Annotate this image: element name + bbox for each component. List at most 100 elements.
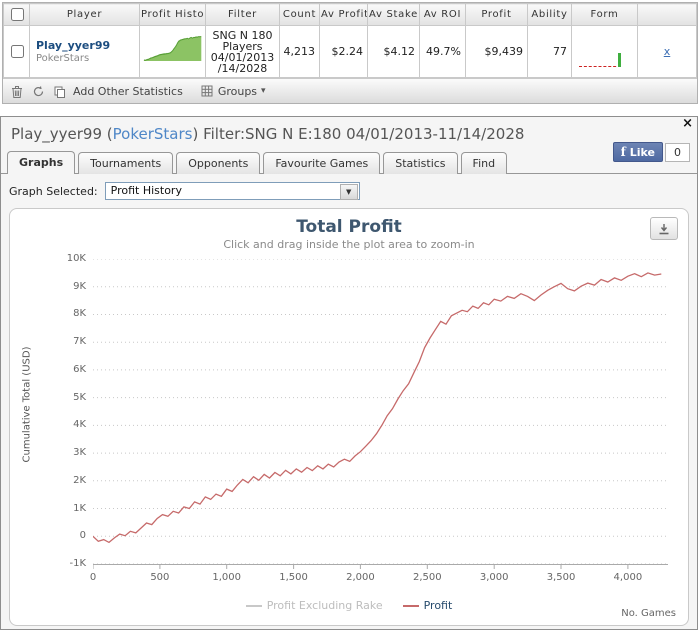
results-table: Player Profit Histor Filter Count Av Pro… — [2, 2, 698, 104]
chart-title: Total Profit — [296, 217, 402, 237]
title-sep: ( — [102, 125, 113, 143]
facebook-icon: f — [620, 145, 626, 159]
title-player: Play_yyer99 — [11, 125, 103, 143]
x-tick-label: 2,000 — [346, 572, 375, 583]
table-toolbar: Add Other Statistics Groups ▾ — [3, 78, 697, 103]
tab-tournaments[interactable]: Tournaments — [78, 152, 174, 174]
filter-line: Players — [222, 39, 263, 53]
profit-history-sparkline — [143, 35, 201, 61]
chart-legend: Profit Excluding Rake Profit — [18, 599, 680, 612]
remove-row-link[interactable]: x — [664, 45, 671, 58]
tab-statistics[interactable]: Statistics — [383, 152, 458, 174]
form-green-bar — [618, 52, 621, 67]
x-tick-label: 2,500 — [412, 572, 442, 583]
filter-line: SNG N 180 — [212, 28, 273, 42]
graph-selected-label: Graph Selected: — [9, 184, 98, 198]
legend-swatch — [245, 604, 262, 607]
y-tick-label: 1K — [73, 502, 86, 514]
facebook-like-button[interactable]: f Like — [612, 142, 663, 162]
y-tick-label: 4K — [73, 419, 86, 431]
select-all-checkbox[interactable] — [10, 8, 24, 21]
table-row[interactable]: Play_yyer99 PokerStars SNG N 180 Players… — [3, 25, 697, 78]
y-tick-label: 5K — [73, 391, 86, 403]
row-checkbox[interactable] — [10, 45, 24, 58]
player-site: PokerStars — [36, 53, 90, 64]
dropdown-arrow-icon: ▼ — [339, 184, 358, 200]
close-icon[interactable]: × — [682, 117, 693, 130]
chevron-down-icon: ▾ — [261, 86, 266, 96]
filter-line: /14/2028 — [217, 61, 268, 75]
panel-title: Play_yyer99 (PokerStars) Filter:SNG N E:… — [1, 117, 697, 148]
plot-area[interactable]: Cumulative Total (USD) -1K 0 1K 2K 3K 4K 5K 6K 7… — [18, 253, 680, 589]
tab-opponents[interactable]: Opponents — [176, 152, 261, 174]
y-tick-label: 8K — [73, 308, 86, 320]
filter-line: 04/01/2013 — [210, 50, 275, 64]
col-av-profit[interactable]: Av Profit — [319, 3, 368, 26]
like-label: Like — [629, 145, 655, 159]
form-dashed-line — [579, 65, 621, 67]
remove-cell: x — [637, 25, 697, 78]
player-name[interactable]: Play_yyer99 — [36, 39, 138, 52]
header-select-all — [3, 3, 30, 26]
groups-button[interactable]: Groups ▾ — [200, 84, 266, 98]
form-chart — [579, 46, 629, 72]
form-cell — [571, 25, 638, 78]
legend-label: Profit Excluding Rake — [266, 599, 383, 612]
title-rest: ) Filter:SNG N E:180 04/01/2013-11/14/20… — [192, 125, 525, 143]
y-axis-labels: -1K 0 1K 2K 3K 4K 5K 6K 7K 8K 9K 10K — [36, 253, 88, 569]
x-axis-title: No. Games — [621, 608, 676, 619]
y-tick-label: 0 — [79, 530, 86, 542]
col-count[interactable]: Count — [279, 3, 320, 26]
col-av-roi[interactable]: Av ROI — [419, 3, 466, 26]
x-tick-label: 1,500 — [279, 572, 308, 583]
profit-history-cell[interactable] — [139, 25, 206, 78]
refresh-icon[interactable] — [31, 84, 45, 98]
x-tick-label: 3,000 — [479, 572, 509, 583]
title-site[interactable]: PokerStars — [113, 125, 193, 143]
copy-icon[interactable] — [52, 84, 66, 98]
y-tick-label: 2K — [73, 474, 86, 486]
player-cell[interactable]: Play_yyer99 PokerStars — [29, 25, 140, 78]
y-axis-title: Cumulative Total (USD) — [21, 346, 33, 463]
av-roi-value: 49.7% — [419, 25, 466, 78]
y-tick-label: 3K — [73, 447, 86, 459]
y-tick-label: 9K — [73, 280, 86, 292]
col-filter[interactable]: Filter — [205, 3, 280, 26]
like-count: 0 — [665, 142, 690, 162]
col-remove — [637, 3, 697, 26]
add-other-statistics-button[interactable]: Add Other Statistics — [73, 85, 183, 98]
legend-profit-excluding-rake[interactable]: Profit Excluding Rake — [245, 599, 383, 612]
av-profit-value: $2.24 — [319, 25, 368, 78]
y-tick-label: 6K — [73, 363, 86, 375]
legend-label: Profit — [423, 599, 453, 612]
tab-graphs[interactable]: Graphs — [7, 151, 76, 174]
y-tick-label: 10K — [66, 253, 86, 264]
tab-favourite-games[interactable]: Favourite Games — [263, 152, 381, 174]
legend-swatch — [402, 604, 419, 607]
x-tick-label: 4,000 — [613, 572, 643, 583]
col-player[interactable]: Player — [29, 3, 140, 26]
col-profit[interactable]: Profit — [465, 3, 528, 26]
col-av-stake[interactable]: Av Stake — [367, 3, 420, 26]
x-axis-labels: 0 500 1,000 1,500 2,000 2,500 3,000 3,500 4,000 — [18, 572, 680, 586]
graph-select-row: Graph Selected: Profit History ▼ — [1, 174, 697, 204]
y-tick-label: 7K — [73, 336, 86, 348]
chart-subtitle: Click and drag inside the plot area to z… — [223, 238, 475, 251]
av-stake-value: $4.12 — [367, 25, 420, 78]
groups-label: Groups — [217, 84, 258, 98]
table-header-row: Player Profit Histor Filter Count Av Pro… — [3, 3, 697, 26]
trash-icon[interactable] — [10, 84, 24, 98]
graph-select-dropdown[interactable]: Profit History ▼ — [104, 182, 360, 200]
ability-value: 77 — [527, 25, 572, 78]
profit-chart[interactable]: Total Profit Click and drag inside the p… — [9, 208, 689, 626]
filter-cell: SNG N 180 Players 04/01/2013 /14/2028 — [205, 25, 280, 78]
legend-profit[interactable]: Profit — [402, 599, 453, 612]
count-value: 4,213 — [279, 25, 320, 78]
x-tick-label: 1,000 — [212, 572, 242, 583]
col-form[interactable]: Form — [571, 3, 638, 26]
col-ability[interactable]: Ability — [527, 3, 572, 26]
download-chart-button[interactable] — [650, 217, 678, 240]
row-select-cell — [3, 25, 30, 78]
col-profit-history[interactable]: Profit Histor — [139, 3, 206, 26]
tab-find[interactable]: Find — [460, 152, 508, 174]
